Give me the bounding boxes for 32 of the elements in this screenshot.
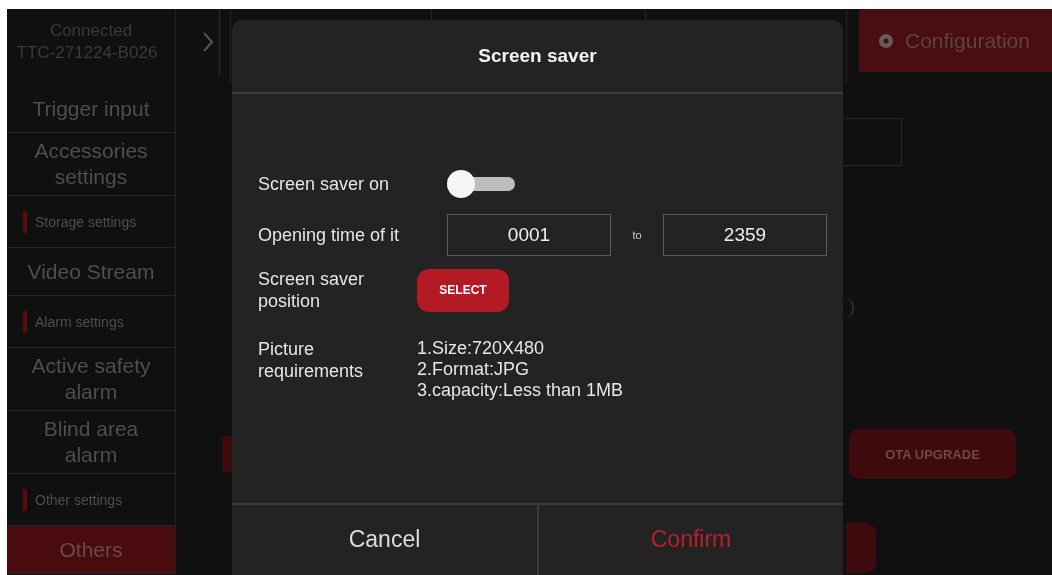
cancel-button[interactable]: Cancel — [232, 505, 537, 575]
sidebar-item[interactable]: Trigger input — [7, 85, 175, 133]
field-label: Screen saver position — [258, 268, 366, 312]
requirement-text: 3.capacity:Less than 1MB — [417, 380, 624, 401]
section-marker — [23, 310, 27, 333]
sidebar-item[interactable]: Video Stream — [7, 248, 175, 296]
sidebar-item[interactable]: Others — [7, 526, 175, 574]
sidebar-item[interactable]: Accessories settings — [7, 133, 175, 196]
background-button[interactable] — [222, 436, 232, 472]
section-marker — [23, 210, 27, 233]
chevron-right-icon[interactable] — [202, 31, 214, 53]
start-time-field[interactable]: 0001 — [447, 214, 611, 256]
section-heading: Alarm settings — [35, 313, 124, 330]
field-label: Opening time of it — [258, 224, 401, 246]
section-heading: Storage settings — [35, 213, 137, 230]
field-label: Screen saver on — [258, 173, 391, 195]
section-marker — [23, 488, 27, 511]
requirement-text: 2.Format:JPG — [417, 359, 531, 380]
select-button[interactable]: SELECT — [417, 268, 509, 312]
toggle-switch[interactable] — [447, 170, 517, 198]
end-time-field[interactable]: 2359 — [663, 214, 827, 256]
section-heading: Other settings — [35, 491, 123, 508]
background-button[interactable] — [846, 523, 876, 573]
field-label: Picture requirements — [258, 338, 365, 382]
confirm-button[interactable]: Confirm — [537, 505, 843, 575]
ota-upgrade-button[interactable]: OTA UPGRADE — [849, 429, 1016, 479]
settings-icon — [877, 31, 895, 50]
requirement-text: 1.Size:720X480 — [417, 338, 546, 359]
separator-label: to — [631, 229, 643, 241]
sidebar-item[interactable]: Blind area alarm — [7, 411, 175, 474]
sidebar-item[interactable]: Active safety alarm — [7, 348, 175, 411]
dialog-title: Screen saver — [232, 20, 843, 94]
